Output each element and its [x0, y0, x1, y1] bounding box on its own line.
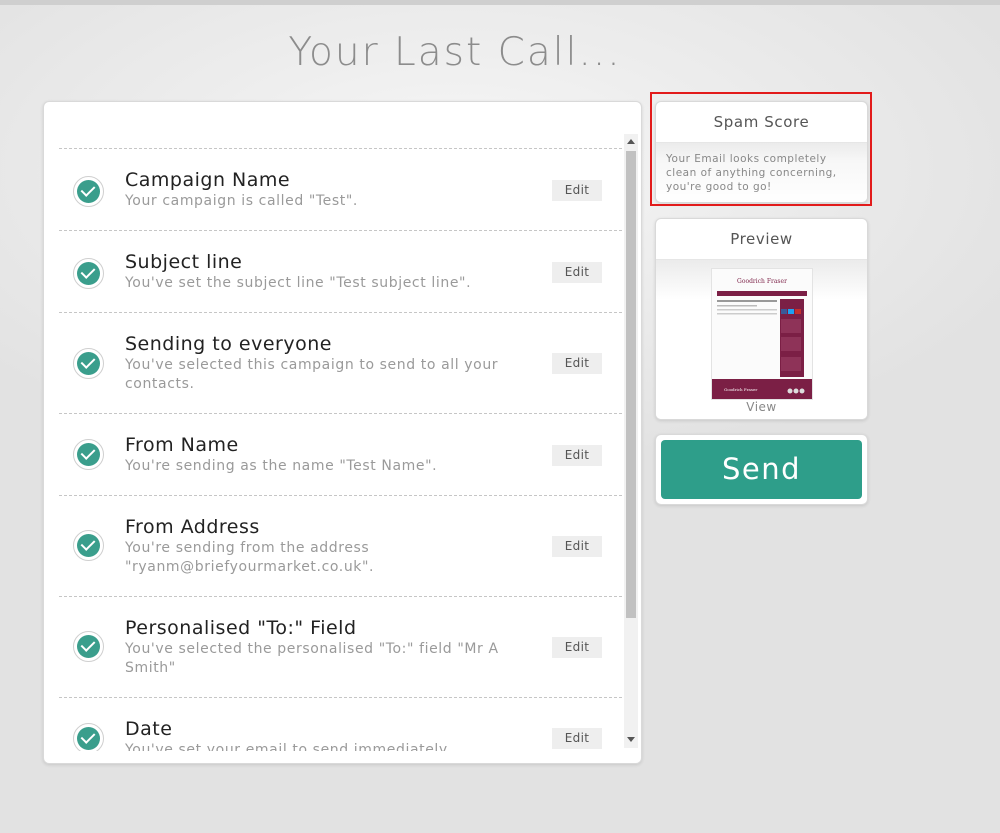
checklist: Campaign Name Your campaign is called "T… [59, 148, 622, 751]
preview-card[interactable]: Preview Goodrich Fraser Goodrich Fraser [655, 218, 868, 420]
edit-recipients-button[interactable]: Edit [552, 353, 602, 374]
preview-title: Preview [656, 219, 867, 260]
scroll-up-arrow-icon[interactable] [627, 139, 635, 144]
check-icon [73, 348, 104, 379]
top-strip [0, 0, 1000, 5]
checklist-item-from-name: From Name You're sending as the name "Te… [59, 413, 622, 495]
thumb-brand-text: Goodrich Fraser [737, 278, 787, 285]
item-title: Subject line [125, 251, 243, 273]
check-icon [73, 176, 104, 207]
checklist-item-from-address: From Address You're sending from the add… [59, 495, 622, 596]
checklist-scrollbar[interactable] [624, 134, 638, 748]
email-preview-thumbnail[interactable]: Goodrich Fraser Goodrich Fraser [711, 268, 813, 400]
preview-body: Goodrich Fraser Goodrich Fraser View [656, 260, 867, 419]
edit-from-address-button[interactable]: Edit [552, 536, 602, 557]
item-description: You've set the subject line "Test subjec… [125, 275, 472, 291]
item-title: Sending to everyone [125, 333, 332, 355]
item-description: You've set your email to send immediatel… [125, 742, 448, 751]
item-description: You've selected the personalised "To:" f… [125, 641, 499, 676]
page-title: Your Last Call... [288, 30, 622, 75]
item-title: Personalised "To:" Field [125, 617, 357, 639]
item-description: Your campaign is called "Test". [125, 193, 358, 209]
check-icon [73, 530, 104, 561]
highlight-box [650, 92, 872, 206]
item-description: You're sending from the address "ryanm@b… [125, 540, 375, 575]
view-preview-link[interactable]: View [656, 400, 867, 414]
checklist-item-subject-line: Subject line You've set the subject line… [59, 230, 622, 312]
checklist-item-date: Date You've set your email to send immed… [59, 697, 622, 751]
edit-date-button[interactable]: Edit [552, 728, 602, 749]
edit-personalised-to-button[interactable]: Edit [552, 637, 602, 658]
check-icon [73, 439, 104, 470]
check-icon [73, 258, 104, 289]
send-button-container: Send [655, 434, 868, 505]
item-description: You've selected this campaign to send to… [125, 357, 499, 392]
check-icon [73, 631, 104, 662]
scroll-thumb[interactable] [626, 151, 636, 618]
check-icon [73, 723, 104, 751]
checklist-panel: Campaign Name Your campaign is called "T… [43, 101, 642, 764]
edit-campaign-name-button[interactable]: Edit [552, 180, 602, 201]
item-title: From Name [125, 434, 239, 456]
checklist-item-campaign-name: Campaign Name Your campaign is called "T… [59, 148, 622, 230]
checklist-item-recipients: Sending to everyone You've selected this… [59, 312, 622, 413]
item-title: Date [125, 718, 173, 740]
item-title: Campaign Name [125, 169, 291, 191]
item-description: You're sending as the name "Test Name". [125, 458, 438, 474]
email-thumbnail-graphic: Goodrich Fraser Goodrich Fraser [712, 269, 812, 399]
edit-from-name-button[interactable]: Edit [552, 445, 602, 466]
send-button[interactable]: Send [661, 440, 862, 499]
scroll-down-arrow-icon[interactable] [627, 737, 635, 742]
item-title: From Address [125, 516, 260, 538]
thumb-footer-text: Goodrich Fraser [724, 387, 757, 392]
checklist-item-personalised-to: Personalised "To:" Field You've selected… [59, 596, 622, 697]
edit-subject-line-button[interactable]: Edit [552, 262, 602, 283]
